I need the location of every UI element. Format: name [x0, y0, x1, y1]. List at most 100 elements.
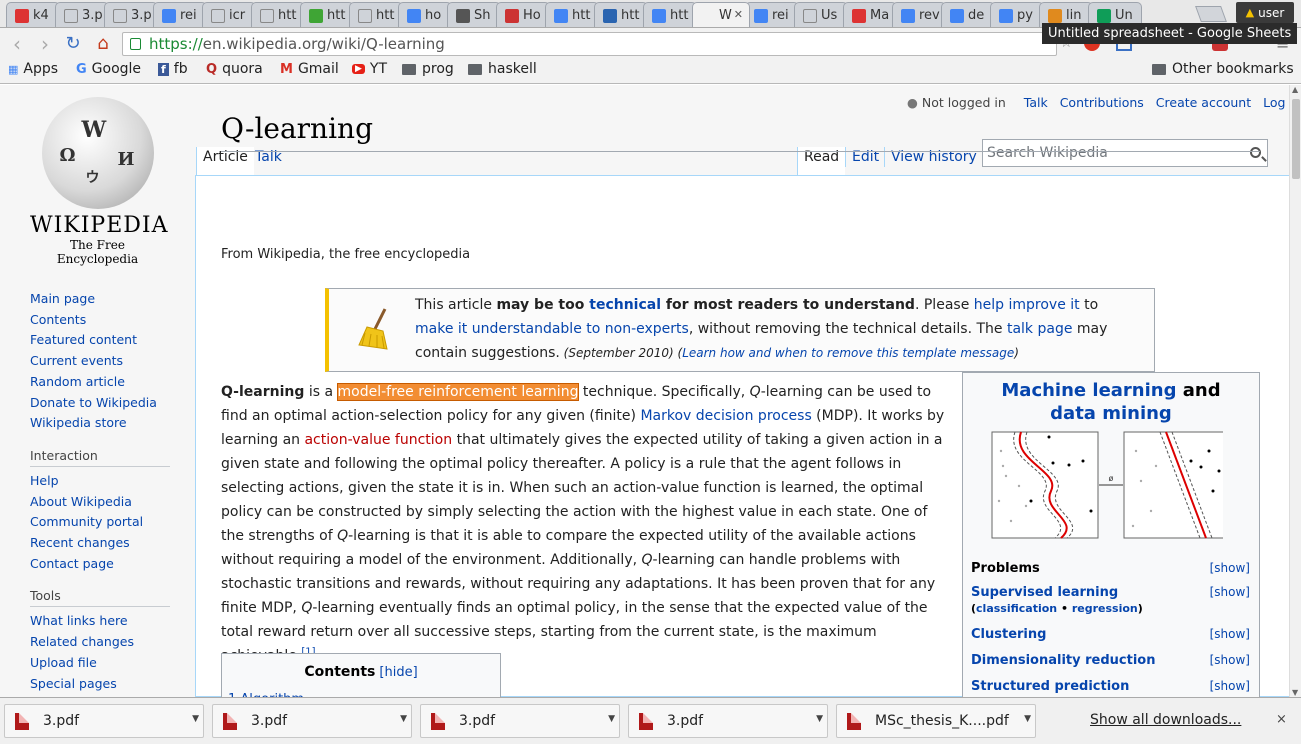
- bookmark-apps[interactable]: ▦ Apps: [8, 61, 58, 77]
- scroll-up-icon[interactable]: ▲: [1292, 85, 1298, 94]
- sidebar-nav-link[interactable]: Donate to Wikipedia: [30, 393, 170, 414]
- navbox-show-toggle[interactable]: [show]: [1210, 561, 1250, 575]
- help-improve-link[interactable]: help improve it: [974, 297, 1080, 313]
- machine-learning-link[interactable]: Machine learning: [1001, 380, 1176, 401]
- bookmark-google[interactable]: G Google: [76, 61, 141, 77]
- create-account-link[interactable]: Create account: [1156, 95, 1251, 110]
- browser-tab[interactable]: W ✕: [692, 2, 750, 27]
- sidebar-interaction-link[interactable]: Recent changes: [30, 533, 170, 554]
- scroll-down-icon[interactable]: ▼: [1292, 688, 1298, 697]
- model-free-rl-link[interactable]: model-free reinforcement learning: [336, 383, 580, 401]
- download-menu-icon[interactable]: ▼: [608, 714, 615, 724]
- scrollbar-thumb[interactable]: [1292, 99, 1300, 179]
- other-bookmarks[interactable]: Other bookmarks: [1152, 61, 1294, 77]
- browser-tab[interactable]: 3.p: [55, 2, 109, 27]
- browser-tab[interactable]: py: [990, 2, 1044, 27]
- sidebar-interaction-link[interactable]: Contact page: [30, 554, 170, 575]
- bookmark-label: YT: [369, 61, 388, 77]
- browser-tab[interactable]: icr: [202, 2, 256, 27]
- close-download-shelf-button[interactable]: ×: [1276, 712, 1287, 727]
- browser-tab[interactable]: k4: [6, 2, 60, 27]
- bookmark-prog[interactable]: prog: [402, 61, 454, 77]
- toc-hide-link[interactable]: [hide]: [379, 665, 417, 680]
- navbox-show-toggle[interactable]: [show]: [1210, 627, 1250, 641]
- login-link[interactable]: Log in: [1263, 95, 1289, 110]
- sidebar-interaction-link[interactable]: Community portal: [30, 512, 170, 533]
- navbox-row-label[interactable]: Structured prediction: [971, 679, 1129, 694]
- sidebar-interaction-link[interactable]: About Wikipedia: [30, 492, 170, 513]
- bookmark-haskell[interactable]: haskell: [468, 61, 537, 77]
- browser-tab[interactable]: Sh: [447, 2, 501, 27]
- navbox-show-toggle[interactable]: [show]: [1210, 653, 1250, 667]
- download-item[interactable]: 3.pdf ▼: [212, 704, 412, 738]
- download-menu-icon[interactable]: ▼: [1024, 714, 1031, 724]
- new-tab-button[interactable]: [1195, 6, 1227, 22]
- navbox-row-label[interactable]: Clustering: [971, 627, 1046, 642]
- browser-tab[interactable]: htt: [251, 2, 305, 27]
- bookmark-label: prog: [422, 61, 454, 77]
- data-mining-link[interactable]: data mining: [1050, 403, 1172, 424]
- bookmark-label: haskell: [488, 61, 537, 77]
- close-tab-icon[interactable]: ✕: [734, 8, 743, 21]
- sidebar-nav-link[interactable]: Featured content: [30, 330, 170, 351]
- browser-tab[interactable]: Ho: [496, 2, 550, 27]
- classification-link[interactable]: classification: [976, 602, 1057, 615]
- sidebar-tools-link[interactable]: Special pages: [30, 674, 170, 695]
- browser-tab[interactable]: htt: [643, 2, 697, 27]
- sidebar-tools-link[interactable]: Related changes: [30, 632, 170, 653]
- browser-tab[interactable]: htt: [594, 2, 648, 27]
- back-button[interactable]: ‹: [6, 33, 28, 55]
- browser-tab[interactable]: htt: [349, 2, 403, 27]
- browser-tab[interactable]: Us: [794, 2, 848, 27]
- page-scrollbar[interactable]: ▲ ▼: [1289, 85, 1301, 697]
- profile-button[interactable]: ▲ user: [1236, 2, 1294, 23]
- browser-tab[interactable]: Ma: [843, 2, 897, 27]
- non-experts-link[interactable]: make it understandable to non-experts: [415, 321, 689, 337]
- navbox-row-label[interactable]: Supervised learning: [971, 585, 1118, 600]
- regression-link[interactable]: regression: [1072, 602, 1138, 615]
- home-button[interactable]: ⌂: [92, 33, 114, 55]
- show-all-downloads-link[interactable]: Show all downloads...: [1090, 712, 1241, 728]
- bookmark-fb[interactable]: f fb: [158, 61, 188, 77]
- mdp-link[interactable]: Markov decision process: [640, 408, 811, 424]
- browser-tab[interactable]: rei: [153, 2, 207, 27]
- technical-link[interactable]: technical: [589, 297, 661, 313]
- browser-tab[interactable]: rev: [892, 2, 946, 27]
- browser-tab[interactable]: htt: [300, 2, 354, 27]
- download-item[interactable]: 3.pdf ▼: [420, 704, 620, 738]
- browser-tab[interactable]: rei: [745, 2, 799, 27]
- navbox-show-toggle[interactable]: [show]: [1210, 585, 1250, 599]
- wikipedia-logo[interactable]: W Ω И ウ Wikipedia The Free Encyclopedia: [30, 97, 168, 266]
- sidebar-nav-link[interactable]: Current events: [30, 351, 170, 372]
- reload-button[interactable]: ↻: [62, 33, 84, 55]
- sidebar-nav-link[interactable]: Contents: [30, 310, 170, 331]
- sidebar-tools-link[interactable]: What links here: [30, 611, 170, 632]
- sidebar-nav-link[interactable]: Random article: [30, 372, 170, 393]
- sidebar-nav-link[interactable]: Wikipedia store: [30, 413, 170, 434]
- bookmark-gmail[interactable]: M Gmail: [280, 61, 339, 77]
- action-value-function-link[interactable]: action-value function: [304, 432, 452, 448]
- learn-remove-template-link[interactable]: Learn how and when to remove this templa…: [682, 346, 1014, 360]
- contributions-link[interactable]: Contributions: [1060, 95, 1144, 110]
- download-menu-icon[interactable]: ▼: [192, 714, 199, 724]
- download-menu-icon[interactable]: ▼: [400, 714, 407, 724]
- download-item[interactable]: MSc_thesis_K....pdf ▼: [836, 704, 1036, 738]
- browser-tab[interactable]: 3.p: [104, 2, 158, 27]
- bookmark-quora[interactable]: Qquora: [206, 61, 263, 77]
- download-item[interactable]: 3.pdf ▼: [4, 704, 204, 738]
- download-item[interactable]: 3.pdf ▼: [628, 704, 828, 738]
- talk-page-link[interactable]: talk page: [1007, 321, 1072, 337]
- personal-talk-link[interactable]: Talk: [1024, 95, 1048, 110]
- bookmark-yt[interactable]: ▶ YT: [352, 61, 387, 77]
- navbox-row-label[interactable]: Dimensionality reduction: [971, 653, 1156, 668]
- sidebar-tools-link[interactable]: Upload file: [30, 653, 170, 674]
- address-bar[interactable]: https://en.wikipedia.org/wiki/Q-learning: [122, 32, 1057, 56]
- sidebar-interaction-link[interactable]: Help: [30, 471, 170, 492]
- browser-tab[interactable]: htt: [545, 2, 599, 27]
- sidebar-nav-link[interactable]: Main page: [30, 289, 170, 310]
- forward-button[interactable]: ›: [34, 33, 56, 55]
- navbox-show-toggle[interactable]: [show]: [1210, 679, 1250, 693]
- browser-tab[interactable]: ho: [398, 2, 452, 27]
- browser-tab[interactable]: de: [941, 2, 995, 27]
- download-menu-icon[interactable]: ▼: [816, 714, 823, 724]
